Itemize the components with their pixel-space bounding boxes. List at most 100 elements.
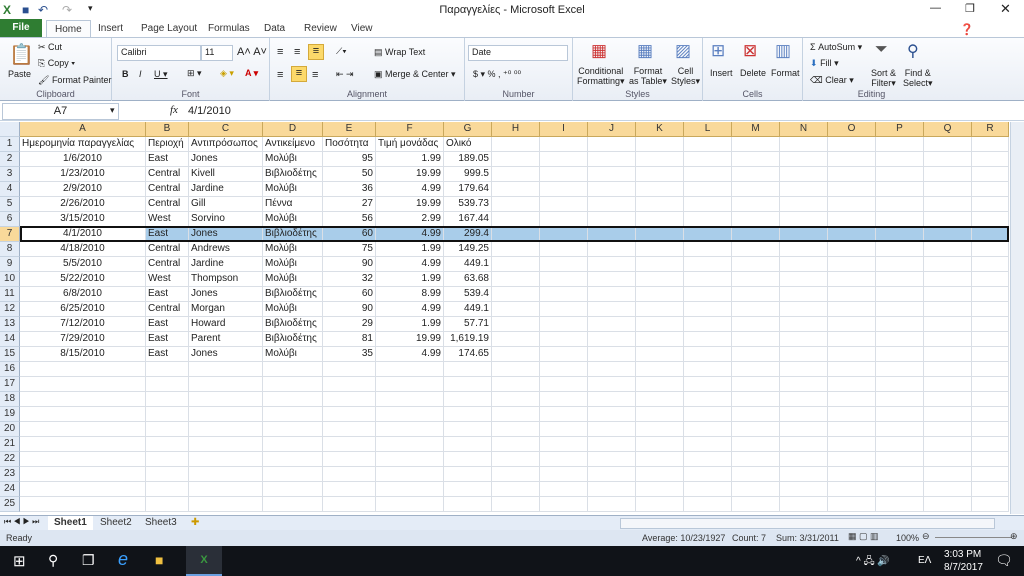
cell-H3[interactable] (492, 167, 540, 182)
cell-D15[interactable]: Μολύβι (263, 347, 323, 362)
cell-O2[interactable] (828, 152, 876, 167)
restore-icon[interactable]: ❐ (965, 2, 975, 15)
cell-K6[interactable] (636, 212, 684, 227)
cell-J1[interactable] (588, 137, 636, 152)
cell-E25[interactable] (323, 497, 376, 512)
cell-I6[interactable] (540, 212, 588, 227)
cell-I20[interactable] (540, 422, 588, 437)
cell-L24[interactable] (684, 482, 732, 497)
row-header-23[interactable]: 23 (0, 467, 20, 482)
cell-L23[interactable] (684, 467, 732, 482)
cell-C25[interactable] (189, 497, 263, 512)
cell-B15[interactable]: East (146, 347, 189, 362)
paste-button[interactable]: Paste (8, 69, 31, 79)
row-header-12[interactable]: 12 (0, 302, 20, 317)
row-header-3[interactable]: 3 (0, 167, 20, 182)
align-left-icon[interactable]: ≡ (277, 69, 283, 81)
cell-O20[interactable] (828, 422, 876, 437)
cell-C4[interactable]: Jardine (189, 182, 263, 197)
cell-Q15[interactable] (924, 347, 972, 362)
cell-I2[interactable] (540, 152, 588, 167)
cell-F22[interactable] (376, 452, 444, 467)
cell-D14[interactable]: Βιβλιοδέτης (263, 332, 323, 347)
cell-A8[interactable]: 4/18/2010 (20, 242, 146, 257)
cell-O17[interactable] (828, 377, 876, 392)
cell-F11[interactable]: 8.99 (376, 287, 444, 302)
cell-F13[interactable]: 1.99 (376, 317, 444, 332)
cell-D13[interactable]: Βιβλιοδέτης (263, 317, 323, 332)
cell-I7[interactable] (540, 227, 588, 242)
cell-E22[interactable] (323, 452, 376, 467)
cell-L25[interactable] (684, 497, 732, 512)
cell-A3[interactable]: 1/23/2010 (20, 167, 146, 182)
column-header-M[interactable]: M (732, 122, 780, 137)
row-header-16[interactable]: 16 (0, 362, 20, 377)
cell-A11[interactable]: 6/8/2010 (20, 287, 146, 302)
cell-I13[interactable] (540, 317, 588, 332)
cell-M3[interactable] (732, 167, 780, 182)
cell-D7[interactable]: Βιβλιοδέτης (263, 227, 323, 242)
column-header-G[interactable]: G (444, 122, 492, 137)
cell-B6[interactable]: West (146, 212, 189, 227)
cell-Q7[interactable] (924, 227, 972, 242)
cell-J15[interactable] (588, 347, 636, 362)
format-painter-button[interactable]: 🖌 Format Painter (38, 75, 111, 86)
cell-I19[interactable] (540, 407, 588, 422)
cell-K12[interactable] (636, 302, 684, 317)
cell-R16[interactable] (972, 362, 1009, 377)
cell-E1[interactable]: Ποσότητα (323, 137, 376, 152)
cell-K25[interactable] (636, 497, 684, 512)
cell-O24[interactable] (828, 482, 876, 497)
cell-F23[interactable] (376, 467, 444, 482)
cell-P21[interactable] (876, 437, 924, 452)
zoom-slider[interactable] (935, 537, 1012, 538)
delete-cells-icon[interactable]: ⊠ (743, 41, 757, 61)
cell-K23[interactable] (636, 467, 684, 482)
cell-J3[interactable] (588, 167, 636, 182)
cell-M18[interactable] (732, 392, 780, 407)
cell-M1[interactable] (732, 137, 780, 152)
row-header-2[interactable]: 2 (0, 152, 20, 167)
cell-B3[interactable]: Central (146, 167, 189, 182)
cell-G3[interactable]: 999.5 (444, 167, 492, 182)
column-header-N[interactable]: N (780, 122, 828, 137)
cell-R23[interactable] (972, 467, 1009, 482)
cell-E24[interactable] (323, 482, 376, 497)
cell-A14[interactable]: 7/29/2010 (20, 332, 146, 347)
cell-Q17[interactable] (924, 377, 972, 392)
cell-F3[interactable]: 19.99 (376, 167, 444, 182)
cell-H16[interactable] (492, 362, 540, 377)
cell-L16[interactable] (684, 362, 732, 377)
find-select-button[interactable]: Find & Select▾ (903, 68, 933, 89)
cell-C14[interactable]: Parent (189, 332, 263, 347)
cell-Q4[interactable] (924, 182, 972, 197)
cell-I12[interactable] (540, 302, 588, 317)
cell-F6[interactable]: 2.99 (376, 212, 444, 227)
column-header-O[interactable]: O (828, 122, 876, 137)
cell-B16[interactable] (146, 362, 189, 377)
cell-B4[interactable]: Central (146, 182, 189, 197)
cell-B5[interactable]: Central (146, 197, 189, 212)
cell-R17[interactable] (972, 377, 1009, 392)
cell-H5[interactable] (492, 197, 540, 212)
cell-B8[interactable]: Central (146, 242, 189, 257)
paste-icon[interactable]: 📋 (9, 42, 34, 67)
format-cells-icon[interactable]: ▥ (775, 41, 791, 61)
cell-K9[interactable] (636, 257, 684, 272)
cell-I3[interactable] (540, 167, 588, 182)
cell-E4[interactable]: 36 (323, 182, 376, 197)
cell-K8[interactable] (636, 242, 684, 257)
input-language[interactable]: ΕΛ (918, 555, 931, 566)
clear-button[interactable]: ⌫ Clear ▾ (810, 75, 854, 86)
name-box[interactable]: A7 (2, 103, 119, 120)
cell-N8[interactable] (780, 242, 828, 257)
cell-B12[interactable]: Central (146, 302, 189, 317)
cell-P16[interactable] (876, 362, 924, 377)
task-view-icon[interactable]: ❐ (82, 552, 95, 569)
cell-K22[interactable] (636, 452, 684, 467)
cell-N22[interactable] (780, 452, 828, 467)
cell-M20[interactable] (732, 422, 780, 437)
cell-Q9[interactable] (924, 257, 972, 272)
row-header-14[interactable]: 14 (0, 332, 20, 347)
cell-N13[interactable] (780, 317, 828, 332)
